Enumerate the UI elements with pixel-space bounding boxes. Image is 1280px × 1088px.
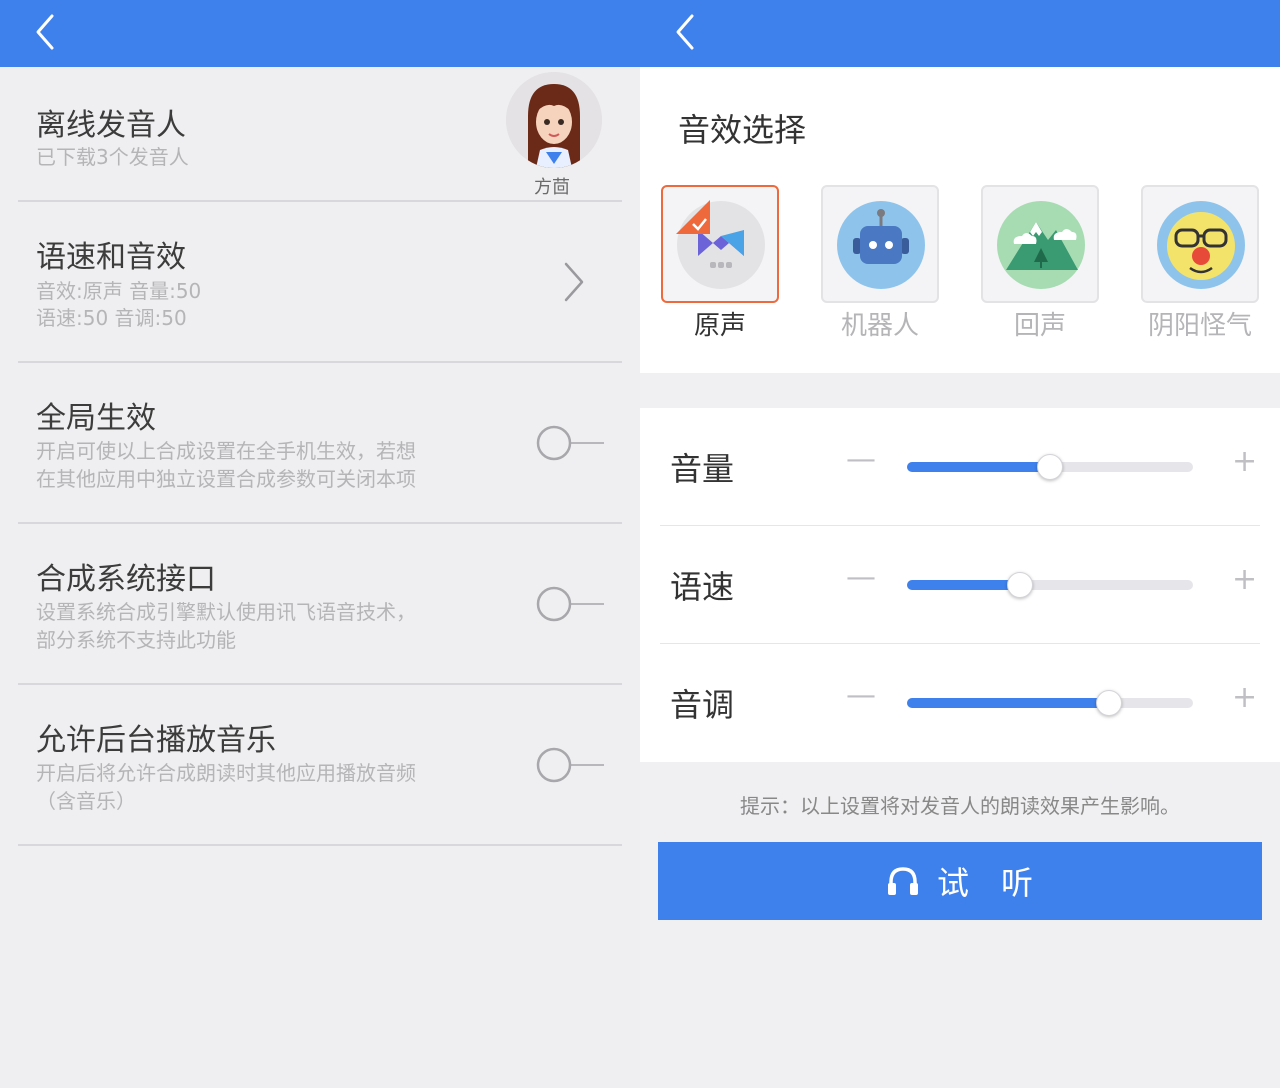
speed-decrease-button[interactable]: — <box>846 560 876 595</box>
top-bar <box>640 0 1280 67</box>
section-title: 音效选择 <box>678 111 807 149</box>
sound-effect-panel: 音效选择 原声 机器人 回声 阴阳怪气 音量 — + 语速 — + 音调 — +… <box>640 0 1280 1088</box>
clown-icon <box>1157 201 1245 289</box>
robot-icon <box>837 201 925 289</box>
effect-echo[interactable]: 回声 <box>981 185 1099 342</box>
speaker-avatar-icon <box>506 72 602 168</box>
effect-tile <box>821 185 939 303</box>
row-desc: 开启后将允许合成朗读时其他应用播放音频 <box>36 761 416 785</box>
settings-panel: 离线发音人 已下载3个发音人 方茴 语速和音效 音效:原声 音量:50 语速:5… <box>0 0 640 1088</box>
volume-row: 音量 — + <box>660 408 1260 526</box>
row-title: 允许后台播放音乐 <box>36 723 276 758</box>
volume-increase-button[interactable]: + <box>1232 444 1257 479</box>
row-desc: 开启可使以上合成设置在全手机生效，若想 <box>36 439 416 463</box>
effect-tile <box>1141 185 1259 303</box>
row-title: 合成系统接口 <box>36 562 216 597</box>
effect-tile <box>661 185 779 303</box>
effect-name: 原声 <box>693 311 746 341</box>
back-arrow-icon[interactable] <box>30 10 70 54</box>
back-arrow-icon[interactable] <box>670 10 710 54</box>
global-effect-row: 全局生效 开启可使以上合成设置在全手机生效，若想 在其他应用中独立设置合成参数可… <box>18 363 622 524</box>
background-music-row: 允许后台播放音乐 开启后将允许合成朗读时其他应用播放音频 （含音乐） <box>18 685 622 846</box>
row-desc-2: 部分系统不支持此功能 <box>36 628 236 652</box>
effect-name: 阴阳怪气 <box>1147 311 1252 341</box>
echo-mountain-icon <box>997 201 1085 289</box>
row-desc: 设置系统合成引擎默认使用讯飞语音技术， <box>36 600 416 624</box>
effect-robot[interactable]: 机器人 <box>821 185 939 342</box>
effect-name: 机器人 <box>840 311 919 341</box>
slider-label: 音调 <box>670 686 735 724</box>
sliders-card: 音量 — + 语速 — + 音调 — + <box>640 408 1280 762</box>
row-desc-2: 在其他应用中独立设置合成参数可关闭本项 <box>36 467 416 491</box>
hint-text: 提示：以上设置将对发音人的朗读效果产生影响。 <box>740 794 1180 818</box>
row-title: 全局生效 <box>36 401 156 436</box>
pitch-slider[interactable] <box>907 690 1193 716</box>
speed-and-effect-row[interactable]: 语速和音效 音效:原声 音量:50 语速:50 音调:50 <box>18 202 622 363</box>
row-desc: 已下载3个发音人 <box>36 145 189 169</box>
speed-row: 语速 — + <box>660 526 1260 644</box>
listen-button[interactable]: 试 听 <box>658 842 1262 920</box>
effect-weird[interactable]: 阴阳怪气 <box>1141 185 1259 342</box>
effects-card: 音效选择 原声 机器人 回声 阴阳怪气 <box>640 67 1280 373</box>
system-interface-row: 合成系统接口 设置系统合成引擎默认使用讯飞语音技术， 部分系统不支持此功能 <box>18 524 622 685</box>
row-title: 离线发音人 <box>36 108 186 143</box>
effect-name: 回声 <box>1013 311 1066 341</box>
row-desc-2: 语速:50 音调:50 <box>36 306 187 330</box>
row-desc-2: （含音乐） <box>36 789 136 813</box>
system-interface-toggle[interactable] <box>536 584 606 624</box>
headphones-icon <box>887 867 918 895</box>
offline-speaker-row[interactable]: 离线发音人 已下载3个发音人 方茴 <box>18 67 622 202</box>
volume-decrease-button[interactable]: — <box>846 442 876 477</box>
volume-slider[interactable] <box>907 454 1193 480</box>
effect-tile <box>981 185 1099 303</box>
listen-label: 试 听 <box>936 864 1033 902</box>
slider-fill <box>907 698 1109 708</box>
pitch-row: 音调 — + <box>660 644 1260 762</box>
slider-label: 语速 <box>670 568 735 606</box>
slider-knob[interactable] <box>1006 572 1033 598</box>
speed-slider[interactable] <box>907 572 1193 598</box>
slider-label: 音量 <box>670 450 735 488</box>
global-effect-toggle[interactable] <box>536 423 606 463</box>
row-desc: 音效:原声 音量:50 <box>36 279 202 303</box>
selected-check-icon <box>676 200 710 234</box>
pitch-increase-button[interactable]: + <box>1232 680 1257 715</box>
speed-increase-button[interactable]: + <box>1232 562 1257 597</box>
slider-fill <box>907 462 1050 472</box>
pitch-decrease-button[interactable]: — <box>846 678 876 713</box>
speaker-avatar[interactable] <box>506 72 602 168</box>
effect-original[interactable]: 原声 <box>661 185 779 342</box>
chevron-right-icon <box>564 262 584 302</box>
row-title: 语速和音效 <box>36 240 186 275</box>
slider-fill <box>907 580 1020 590</box>
background-music-toggle[interactable] <box>536 745 606 785</box>
avatar-label: 方茴 <box>534 177 570 198</box>
slider-knob[interactable] <box>1037 454 1063 480</box>
slider-knob[interactable] <box>1095 690 1122 716</box>
top-bar <box>0 0 640 67</box>
